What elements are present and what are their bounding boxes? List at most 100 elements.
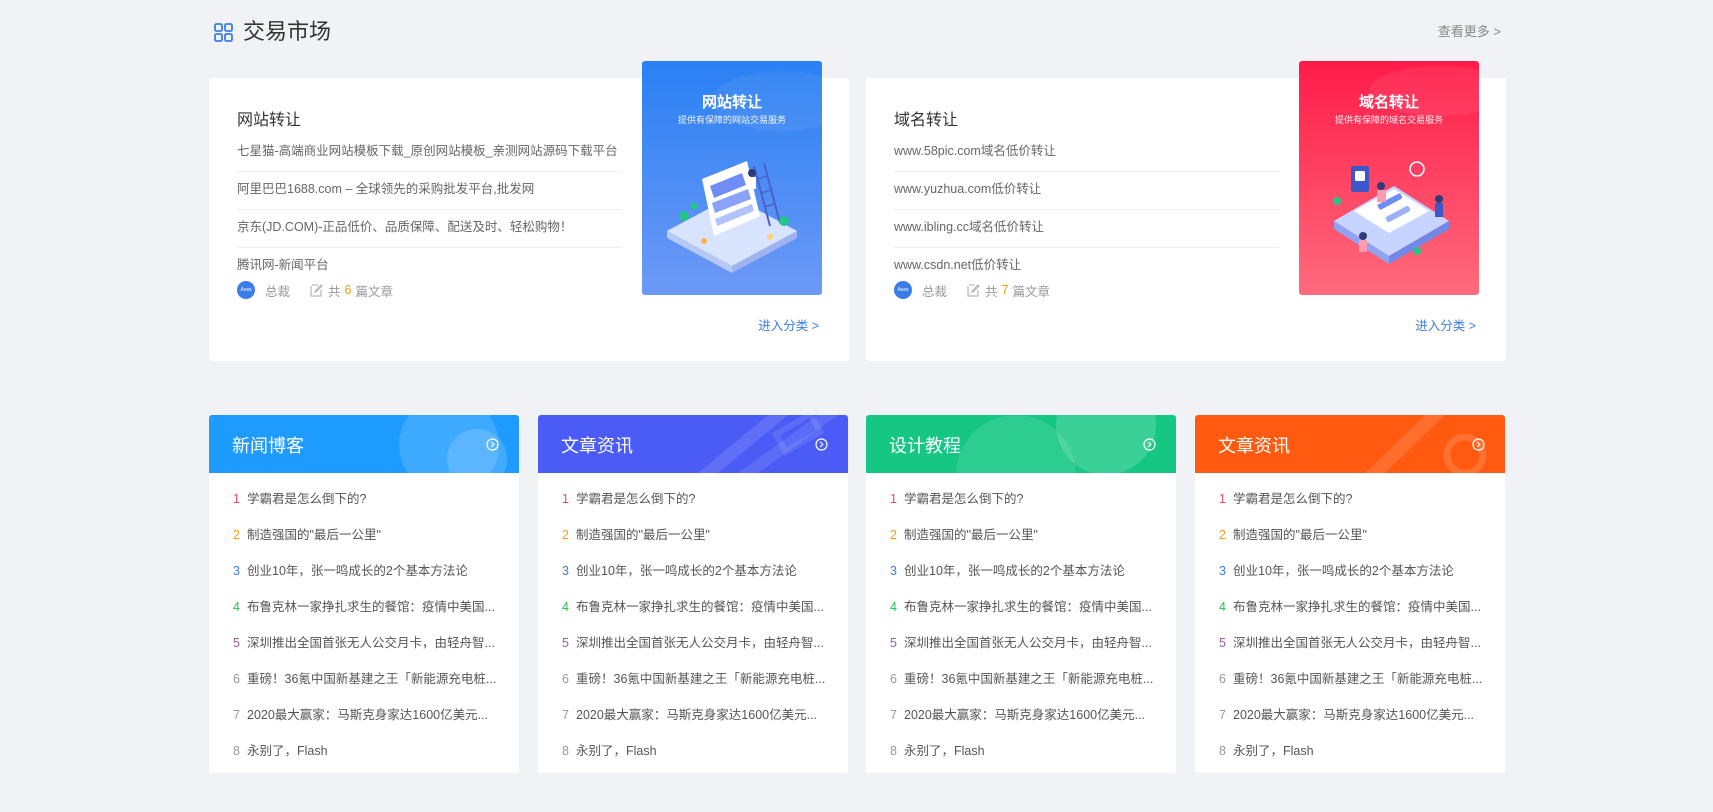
- article-title[interactable]: 2020最大赢家：马斯克身家达1600亿美元...: [247, 701, 488, 729]
- avatar[interactable]: Aoss: [237, 281, 255, 299]
- list-card-article-news-2: 文章资讯 1 学霸君是怎么倒下的? 2 制造强国的"最后一公里" 3 创业10年，张一…: [1195, 415, 1505, 773]
- article-title[interactable]: 2020最大赢家：马斯克身家达1600亿美元...: [576, 701, 817, 729]
- article-item[interactable]: 5 深圳推出全国首张无人公交月卡，由轻舟智...: [1219, 629, 1491, 665]
- enter-category-link[interactable]: 进入分类 >: [758, 315, 819, 334]
- article-title[interactable]: 学霸君是怎么倒下的?: [1233, 485, 1352, 513]
- article-item[interactable]: 3 创业10年，张一鸣成长的2个基本方法论: [233, 557, 505, 593]
- article-item[interactable]: 6 重磅！36氪中国新基建之王「新能源充电桩...: [1219, 665, 1491, 701]
- article-title[interactable]: 深圳推出全国首张无人公交月卡，由轻舟智...: [1233, 629, 1481, 657]
- article-title[interactable]: 永别了，Flash: [904, 737, 985, 765]
- article-item[interactable]: 2 制造强国的"最后一公里": [890, 521, 1162, 557]
- list-card-title[interactable]: 文章资讯: [561, 432, 633, 458]
- article-list: 1 学霸君是怎么倒下的? 2 制造强国的"最后一公里" 3 创业10年，张一鸣成长的2…: [866, 473, 1176, 773]
- article-title[interactable]: 布鲁克林一家挣扎求生的餐馆：疫情中美国...: [904, 593, 1152, 621]
- article-item[interactable]: 7 2020最大赢家：马斯克身家达1600亿美元...: [1219, 701, 1491, 737]
- article-title[interactable]: 布鲁克林一家挣扎求生的餐馆：疫情中美国...: [1233, 593, 1481, 621]
- article-item[interactable]: 6 重磅！36氪中国新基建之王「新能源充电桩...: [890, 665, 1162, 701]
- article-title[interactable]: 制造强国的"最后一公里": [576, 521, 710, 549]
- article-title[interactable]: 2020最大赢家：马斯克身家达1600亿美元...: [1233, 701, 1474, 729]
- article-item[interactable]: 3 创业10年，张一鸣成长的2个基本方法论: [1219, 557, 1491, 593]
- article-title[interactable]: 永别了，Flash: [576, 737, 657, 765]
- article-title[interactable]: 创业10年，张一鸣成长的2个基本方法论: [1233, 557, 1454, 585]
- avatar[interactable]: Aoss: [894, 281, 912, 299]
- author-name[interactable]: 总裁: [265, 281, 290, 300]
- article-item[interactable]: 4 布鲁克林一家挣扎求生的餐馆：疫情中美国...: [1219, 593, 1491, 629]
- article-item[interactable]: 7 2020最大赢家：马斯克身家达1600亿美元...: [890, 701, 1162, 737]
- article-item[interactable]: 5 深圳推出全国首张无人公交月卡，由轻舟智...: [233, 629, 505, 665]
- article-item[interactable]: 8 永别了，Flash: [1219, 737, 1491, 773]
- article-title[interactable]: 重磅！36氪中国新基建之王「新能源充电桩...: [904, 665, 1153, 693]
- article-item[interactable]: 1 学霸君是怎么倒下的?: [890, 485, 1162, 521]
- article-item[interactable]: 7 2020最大赢家：马斯克身家达1600亿美元...: [562, 701, 834, 737]
- count-prefix: 共: [328, 284, 341, 299]
- article-title[interactable]: 制造强国的"最后一公里": [904, 521, 1038, 549]
- article-item[interactable]: 1 学霸君是怎么倒下的?: [562, 485, 834, 521]
- market-list-item[interactable]: 京东(JD.COM)-正品低价、品质保障、配送及时、轻松购物！: [237, 210, 622, 248]
- banner-domain-transfer[interactable]: 域名转让 提供有保障的域名交易服务: [1299, 61, 1479, 295]
- article-title[interactable]: 重磅！36氪中国新基建之王「新能源充电桩...: [576, 665, 825, 693]
- article-item[interactable]: 1 学霸君是怎么倒下的?: [1219, 485, 1491, 521]
- article-item[interactable]: 6 重磅！36氪中国新基建之王「新能源充电桩...: [233, 665, 505, 701]
- article-item[interactable]: 8 永别了，Flash: [233, 737, 505, 773]
- list-card-title[interactable]: 文章资讯: [1218, 432, 1290, 458]
- arrow-right-circle-icon[interactable]: [486, 438, 499, 451]
- article-item[interactable]: 5 深圳推出全国首张无人公交月卡，由轻舟智...: [562, 629, 834, 665]
- enter-category-link[interactable]: 进入分类 >: [1415, 315, 1476, 334]
- article-item[interactable]: 3 创业10年，张一鸣成长的2个基本方法论: [562, 557, 834, 593]
- article-title[interactable]: 布鲁克林一家挣扎求生的餐馆：疫情中美国...: [576, 593, 824, 621]
- market-card-title[interactable]: 域名转让: [894, 106, 958, 130]
- article-title[interactable]: 布鲁克林一家挣扎求生的餐馆：疫情中美国...: [247, 593, 495, 621]
- market-list-item[interactable]: 阿里巴巴1688.com – 全球领先的采购批发平台,批发网: [237, 172, 622, 210]
- article-title[interactable]: 制造强国的"最后一公里": [1233, 521, 1367, 549]
- list-card-title[interactable]: 新闻博客: [232, 432, 304, 458]
- article-item[interactable]: 1 学霸君是怎么倒下的?: [233, 485, 505, 521]
- article-title[interactable]: 深圳推出全国首张无人公交月卡，由轻舟智...: [576, 629, 824, 657]
- article-title[interactable]: 2020最大赢家：马斯克身家达1600亿美元...: [904, 701, 1145, 729]
- article-title[interactable]: 永别了，Flash: [247, 737, 328, 765]
- article-item[interactable]: 3 创业10年，张一鸣成长的2个基本方法论: [890, 557, 1162, 593]
- list-card-title[interactable]: 设计教程: [889, 432, 961, 458]
- arrow-right-circle-icon[interactable]: [1472, 438, 1485, 451]
- market-list-item[interactable]: 七星猫-高端商业网站模板下载_原创网站模板_亲测网站源码下载平台: [237, 134, 622, 172]
- article-title[interactable]: 永别了，Flash: [1233, 737, 1314, 765]
- banner-subtitle: 提供有保障的网站交易服务: [677, 115, 786, 125]
- arrow-right-circle-icon[interactable]: [1143, 438, 1156, 451]
- article-title[interactable]: 深圳推出全国首张无人公交月卡，由轻舟智...: [904, 629, 1152, 657]
- market-list-item[interactable]: www.yuzhua.com低价转让: [894, 172, 1279, 210]
- market-list-item[interactable]: www.58pic.com域名低价转让: [894, 134, 1279, 172]
- rank-number: 3: [890, 564, 897, 578]
- article-title[interactable]: 学霸君是怎么倒下的?: [904, 485, 1023, 513]
- market-list-item[interactable]: www.ibling.cc域名低价转让: [894, 210, 1279, 248]
- article-item[interactable]: 6 重磅！36氪中国新基建之王「新能源充电桩...: [562, 665, 834, 701]
- article-title[interactable]: 深圳推出全国首张无人公交月卡，由轻舟智...: [247, 629, 495, 657]
- view-more-link[interactable]: 查看更多 >: [1438, 24, 1501, 40]
- rank-number: 5: [233, 636, 240, 650]
- article-item[interactable]: 5 深圳推出全国首张无人公交月卡，由轻舟智...: [890, 629, 1162, 665]
- article-item[interactable]: 4 布鲁克林一家挣扎求生的餐馆：疫情中美国...: [233, 593, 505, 629]
- article-item[interactable]: 8 永别了，Flash: [890, 737, 1162, 773]
- article-item[interactable]: 2 制造强国的"最后一公里": [562, 521, 834, 557]
- article-item[interactable]: 2 制造强国的"最后一公里": [1219, 521, 1491, 557]
- article-item[interactable]: 4 布鲁克林一家挣扎求生的餐馆：疫情中美国...: [890, 593, 1162, 629]
- article-list: 1 学霸君是怎么倒下的? 2 制造强国的"最后一公里" 3 创业10年，张一鸣成长的2…: [1195, 473, 1505, 773]
- article-item[interactable]: 2 制造强国的"最后一公里": [233, 521, 505, 557]
- author-name[interactable]: 总裁: [922, 281, 947, 300]
- article-item[interactable]: 4 布鲁克林一家挣扎求生的餐馆：疫情中美国...: [562, 593, 834, 629]
- article-title[interactable]: 重磅！36氪中国新基建之王「新能源充电桩...: [1233, 665, 1482, 693]
- list-card-header: 文章资讯: [1195, 415, 1505, 473]
- article-item[interactable]: 7 2020最大赢家：马斯克身家达1600亿美元...: [233, 701, 505, 737]
- article-title[interactable]: 学霸君是怎么倒下的?: [247, 485, 366, 513]
- article-title[interactable]: 创业10年，张一鸣成长的2个基本方法论: [576, 557, 797, 585]
- article-title[interactable]: 创业10年，张一鸣成长的2个基本方法论: [904, 557, 1125, 585]
- rank-number: 2: [562, 528, 569, 542]
- market-card-title[interactable]: 网站转让: [237, 106, 301, 130]
- banner-website-transfer[interactable]: 网站转让 提供有保障的网站交易服务: [642, 61, 822, 295]
- market-meta: Aoss 总裁 共 6 篇文章: [237, 280, 393, 300]
- article-title[interactable]: 重磅！36氪中国新基建之王「新能源充电桩...: [247, 665, 496, 693]
- article-item[interactable]: 8 永别了，Flash: [562, 737, 834, 773]
- arrow-right-circle-icon[interactable]: [815, 438, 828, 451]
- article-title[interactable]: 创业10年，张一鸣成长的2个基本方法论: [247, 557, 468, 585]
- article-title[interactable]: 学霸君是怎么倒下的?: [576, 485, 695, 513]
- rank-number: 6: [890, 672, 897, 686]
- article-title[interactable]: 制造强国的"最后一公里": [247, 521, 381, 549]
